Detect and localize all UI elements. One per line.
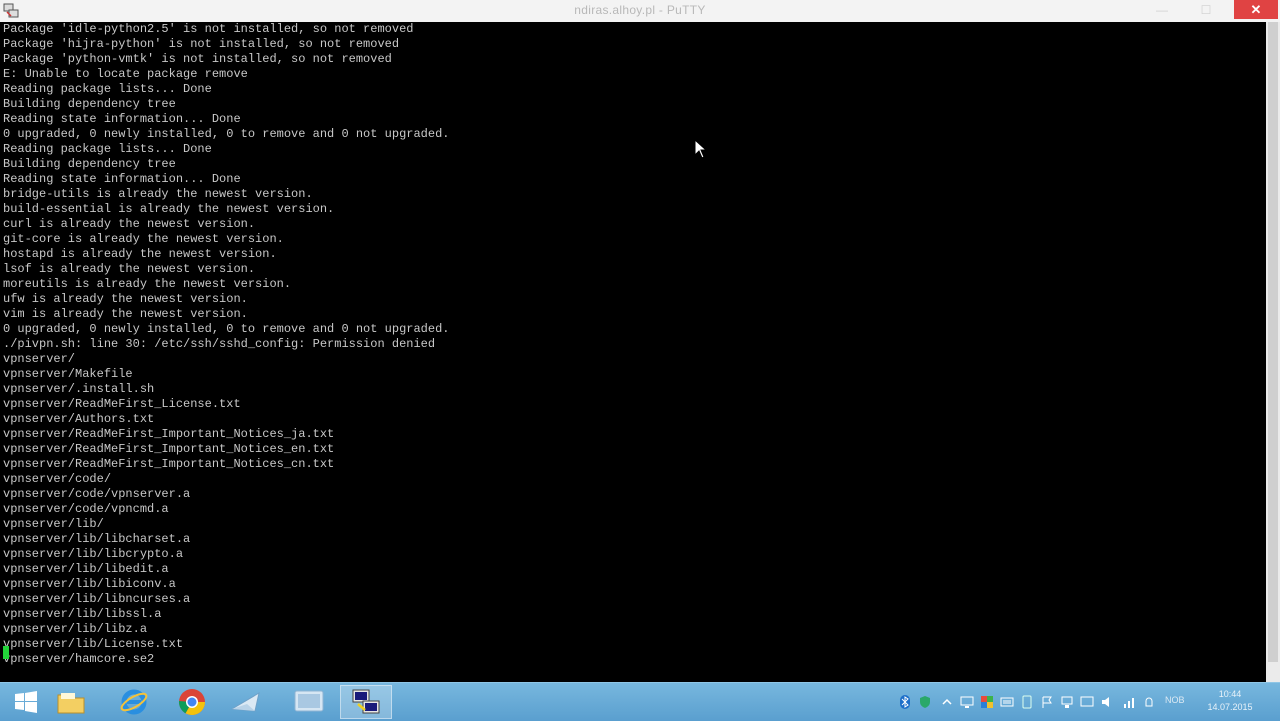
putty-icon bbox=[352, 689, 380, 714]
taskbar-mail[interactable] bbox=[220, 685, 272, 719]
terminal-line: vpnserver/lib/libcrypto.a bbox=[3, 547, 184, 561]
chrome-icon bbox=[178, 689, 206, 716]
terminal-line: Package 'hijra-python' is not installed,… bbox=[3, 37, 400, 51]
taskbar-file-explorer[interactable] bbox=[45, 685, 97, 719]
clock-date: 14.07.2015 bbox=[1207, 702, 1253, 712]
internet-explorer-icon bbox=[120, 689, 148, 715]
terminal-line: moreutils is already the newest version. bbox=[3, 277, 292, 291]
chevron-up-icon[interactable] bbox=[940, 695, 954, 709]
terminal-line: curl is already the newest version. bbox=[3, 217, 256, 231]
display-icon[interactable] bbox=[960, 695, 974, 709]
clock-time: 10:44 bbox=[1218, 689, 1242, 699]
terminal-output[interactable]: Package 'idle-python2.5' is not installe… bbox=[0, 22, 1266, 682]
signal-icon[interactable] bbox=[1122, 695, 1136, 709]
scrollbar-thumb[interactable] bbox=[1268, 22, 1278, 662]
terminal-line: vpnserver/code/ bbox=[3, 472, 112, 486]
terminal-line: vpnserver/code/vpnserver.a bbox=[3, 487, 191, 501]
bluetooth-icon[interactable] bbox=[898, 695, 912, 709]
terminal-line: vpnserver/lib/ bbox=[3, 517, 104, 531]
terminal-line: vpnserver/ReadMeFirst_Important_Notices_… bbox=[3, 442, 335, 456]
terminal-line: vpnserver/ReadMeFirst_Important_Notices_… bbox=[3, 427, 335, 441]
terminal-line: Reading state information... Done bbox=[3, 172, 241, 186]
mouse-pointer-icon bbox=[694, 139, 708, 159]
terminal-cursor bbox=[3, 646, 9, 659]
mail-icon bbox=[230, 691, 260, 712]
terminal-line: vpnserver/lib/License.txt bbox=[3, 637, 184, 651]
terminal-line: 0 upgraded, 0 newly installed, 0 to remo… bbox=[3, 322, 450, 336]
notifications-icon[interactable] bbox=[1142, 695, 1156, 709]
terminal-line: Building dependency tree bbox=[3, 157, 176, 171]
window-title: ndiras.alhoy.pl - PuTTY bbox=[574, 3, 706, 17]
terminal-line: ufw is already the newest version. bbox=[3, 292, 248, 306]
terminal-line: Reading package lists... Done bbox=[3, 142, 212, 156]
windows-logo-icon bbox=[15, 691, 37, 713]
keyboard-icon[interactable] bbox=[1000, 695, 1014, 709]
terminal-line: vpnserver/.install.sh bbox=[3, 382, 155, 396]
terminal-line: Reading package lists... Done bbox=[3, 82, 212, 96]
terminal-line: vpnserver/lib/libedit.a bbox=[3, 562, 169, 576]
monitor-icon bbox=[294, 690, 324, 712]
window-titlebar[interactable]: ndiras.alhoy.pl - PuTTY — ☐ ✕ bbox=[0, 0, 1280, 23]
terminal-line: build-essential is already the newest ve… bbox=[3, 202, 335, 216]
maximize-button[interactable]: ☐ bbox=[1192, 0, 1220, 20]
security-shield-icon[interactable] bbox=[918, 695, 932, 709]
terminal-line: vpnserver/code/vpncmd.a bbox=[3, 502, 169, 516]
terminal-line: Building dependency tree bbox=[3, 97, 176, 111]
taskbar-remote-desktop[interactable] bbox=[283, 685, 335, 719]
system-clock[interactable]: 10:44 14.07.2015 bbox=[1200, 688, 1260, 714]
terminal-line: vim is already the newest version. bbox=[3, 307, 248, 321]
terminal-text: Package 'idle-python2.5' is not installe… bbox=[0, 22, 1266, 667]
terminal-line: Package 'python-vmtk' is not installed, … bbox=[3, 52, 392, 66]
terminal-line: vpnserver/ReadMeFirst_License.txt bbox=[3, 397, 241, 411]
terminal-line: ./pivpn.sh: line 30: /etc/ssh/sshd_confi… bbox=[3, 337, 436, 351]
terminal-line: hostapd is already the newest version. bbox=[3, 247, 277, 261]
colorful-app-icon[interactable] bbox=[980, 695, 994, 709]
taskbar-chrome[interactable] bbox=[166, 685, 218, 719]
terminal-line: vpnserver/ReadMeFirst_Important_Notices_… bbox=[3, 457, 335, 471]
minimize-button[interactable]: — bbox=[1148, 0, 1176, 20]
close-button[interactable]: ✕ bbox=[1234, 0, 1278, 19]
terminal-line: vpnserver/lib/libz.a bbox=[3, 622, 148, 636]
terminal-line: Reading state information... Done bbox=[3, 112, 241, 126]
taskbar-internet-explorer[interactable] bbox=[108, 685, 160, 719]
flag-icon[interactable] bbox=[1040, 695, 1054, 709]
system-tray: NOB 10:44 14.07.2015 bbox=[860, 683, 1280, 721]
terminal-line: vpnserver/ bbox=[3, 352, 76, 366]
terminal-line: vpnserver/hamcore.se2 bbox=[3, 652, 155, 666]
terminal-line: 0 upgraded, 0 newly installed, 0 to remo… bbox=[3, 127, 450, 141]
terminal-line: bridge-utils is already the newest versi… bbox=[3, 187, 313, 201]
folder-icon bbox=[57, 693, 85, 714]
volume-icon[interactable] bbox=[1100, 695, 1114, 709]
monitor-small-icon[interactable] bbox=[1080, 695, 1094, 709]
terminal-scrollbar[interactable] bbox=[1266, 22, 1280, 682]
network-icon[interactable] bbox=[1060, 695, 1074, 709]
terminal-line: Package 'idle-python2.5' is not installe… bbox=[3, 22, 414, 36]
device-icon[interactable] bbox=[1020, 695, 1034, 709]
terminal-line: vpnserver/lib/libiconv.a bbox=[3, 577, 176, 591]
taskbar-putty[interactable] bbox=[340, 685, 392, 719]
input-language[interactable]: NOB bbox=[1165, 695, 1185, 705]
terminal-line: E: Unable to locate package remove bbox=[3, 67, 248, 81]
terminal-line: vpnserver/lib/libcharset.a bbox=[3, 532, 191, 546]
windows-taskbar: NOB 10:44 14.07.2015 bbox=[0, 682, 1280, 721]
terminal-line: vpnserver/Authors.txt bbox=[3, 412, 155, 426]
terminal-line: vpnserver/lib/libssl.a bbox=[3, 607, 162, 621]
terminal-line: vpnserver/lib/libncurses.a bbox=[3, 592, 191, 606]
terminal-line: git-core is already the newest version. bbox=[3, 232, 284, 246]
terminal-line: vpnserver/Makefile bbox=[3, 367, 133, 381]
terminal-line: lsof is already the newest version. bbox=[3, 262, 256, 276]
